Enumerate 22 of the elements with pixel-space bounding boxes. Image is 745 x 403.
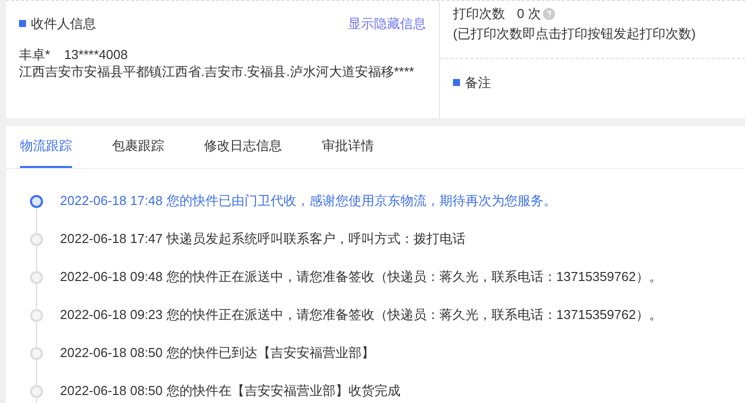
print-count: 0 次 (517, 5, 541, 23)
help-icon[interactable] (542, 8, 555, 20)
timeline-entry: 2022-06-18 08:50 您的快件在【吉安安福营业部】收货完成 (60, 382, 400, 400)
tab[interactable]: 修改日志信息 (204, 136, 282, 168)
section-title: 收件人信息 (31, 15, 96, 33)
timeline-entry: 2022-06-18 09:48 您的快件正在派送中，请您准备签收（快递员：蒋久光，联系电话：13715359762）。 (60, 268, 662, 286)
timeline-entry: 2022-06-18 17:48 您的快件已由门卫代收，感谢您使用京东物流，期待再次为您服务。 (60, 192, 556, 210)
timeline-entry: 2022-06-18 09:23 您的快件正在派送中，请您准备签收（快递员：蒋久光，联系电话：13715359762）。 (60, 306, 662, 324)
recipient-address: 江西吉安市安福县平都镇江西省.吉安市.安福县.泸水河大道安福移**** (19, 64, 416, 78)
tab[interactable]: 物流跟踪 (20, 136, 72, 168)
print-count-label: 打印次数 (453, 5, 505, 23)
show-hidden-link[interactable]: 显示隐藏信息 (348, 14, 426, 34)
tab[interactable]: 包裹跟踪 (112, 136, 164, 168)
section-marker (19, 20, 26, 28)
section-title: 备注 (465, 74, 491, 92)
recipient-name: 丰卓* (19, 46, 50, 64)
section-marker (453, 79, 460, 86)
timeline-entry: 2022-06-18 17:47 快递员发起系统呼叫联系客户，呼叫方式：拨打电话 (60, 230, 466, 248)
timeline-entry: 2022-06-18 08:50 您的快件已到达【吉安安福营业部】 (60, 344, 374, 362)
recipient-phone: 13****4008 (64, 46, 128, 64)
print-count-note: (已打印次数即点击打印按钮发起打印次数) (453, 25, 697, 43)
tab[interactable]: 审批详情 (322, 136, 374, 168)
